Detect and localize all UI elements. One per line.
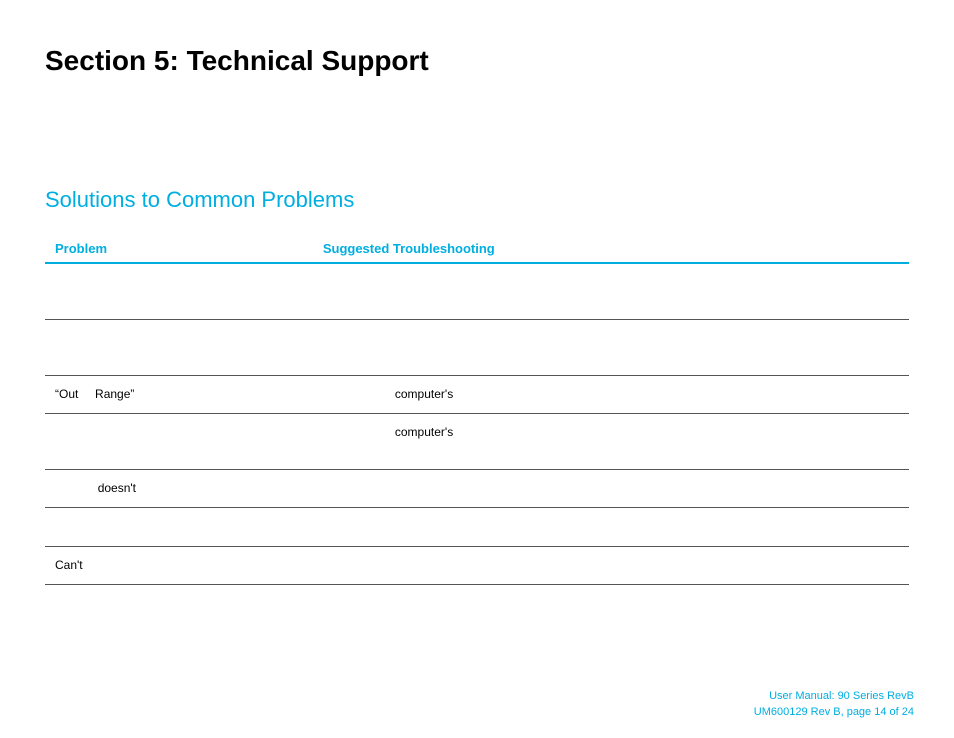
troubleshooting-table: Problem Suggested Troubleshooting No vid… (45, 241, 909, 585)
table-row: No video or audio.Check that the display… (45, 263, 909, 319)
col-header-problem: Problem (45, 241, 313, 263)
cell-solution: Change your computer's resolution to a s… (313, 413, 909, 469)
subsection-title: Solutions to Common Problems (45, 187, 909, 213)
cell-solution: Check that the display is powered ON. Ve… (313, 263, 909, 319)
cell-problem: Power LED is flashing, screen is black. (45, 508, 313, 546)
table-row: Remote control does not work properly.Re… (45, 319, 909, 375)
table-row: Power LED is flashing, screen is black.P… (45, 508, 909, 546)
cell-problem: “Out of Range” message appears onscreen. (45, 375, 313, 413)
table-body: No video or audio.Check that the display… (45, 263, 909, 584)
cell-problem: No video or audio. (45, 263, 313, 319)
table-row: Image size is incorrect for the screen a… (45, 413, 909, 469)
cell-problem: Display doesn't recognize the USB drive. (45, 469, 313, 507)
cell-solution: Refer to the OSD Reference Guide for mod… (313, 546, 909, 584)
cell-solution: Press a button on the remote or keypad t… (313, 508, 909, 546)
table-row: Can't find a specific adjustment in the … (45, 546, 909, 584)
page-footer: User Manual: 90 Series RevB UM600129 Rev… (754, 689, 914, 720)
section-title: Section 5: Technical Support (45, 45, 909, 77)
cell-solution: Make sure the USB drive format is FAT16 … (313, 469, 909, 507)
table-row: “Out of Range” message appears onscreen.… (45, 375, 909, 413)
cell-problem: Remote control does not work properly. (45, 319, 313, 375)
cell-problem: Can't find a specific adjustment in the … (45, 546, 313, 584)
footer-line-2: UM600129 Rev B, page 14 of 24 (754, 705, 914, 720)
footer-line-1: User Manual: 90 Series RevB (754, 689, 914, 704)
table-row: Display doesn't recognize the USB drive.… (45, 469, 909, 507)
document-page: Section 5: Technical Support Solutions t… (0, 0, 954, 585)
col-header-suggested: Suggested Troubleshooting (313, 241, 909, 263)
cell-solution: Change your computer's resolution to a s… (313, 375, 909, 413)
cell-solution: Replace batteries in remote control. If … (313, 319, 909, 375)
cell-problem: Image size is incorrect for the screen a… (45, 413, 313, 469)
